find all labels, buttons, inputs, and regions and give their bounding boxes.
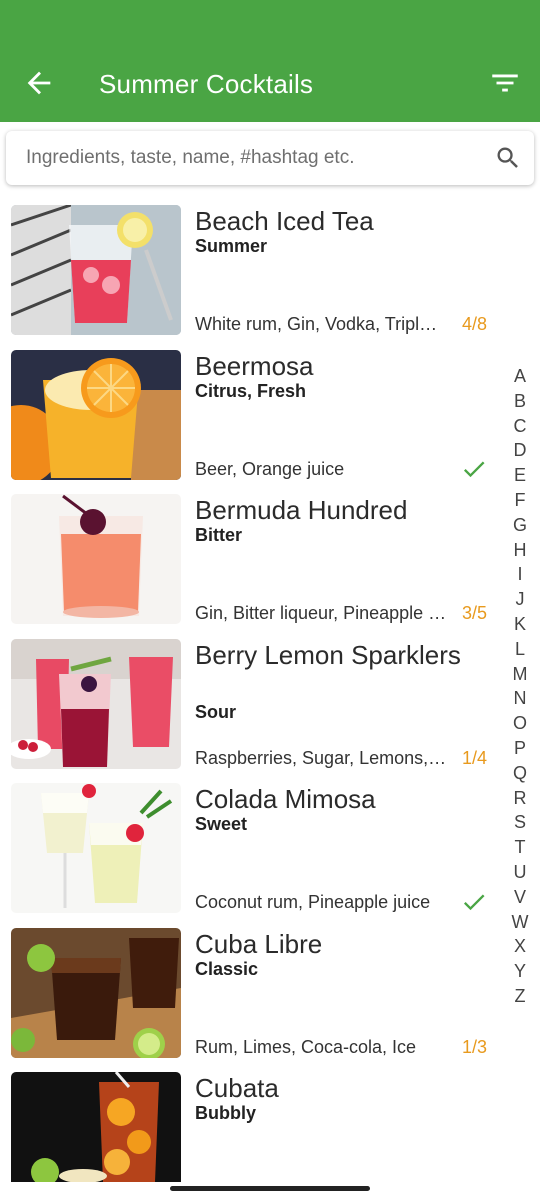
home-indicator[interactable] — [170, 1186, 370, 1191]
search-input[interactable] — [26, 131, 476, 185]
cocktail-tags: Summer — [195, 236, 268, 256]
alphabet-letter[interactable]: Z — [506, 984, 534, 1009]
cocktail-name: Cubata — [195, 1073, 279, 1103]
cocktail-ingredients: Rum, Limes, Coca-cola, Ice — [195, 1036, 417, 1057]
cocktail-tags: Bubbly — [195, 1103, 256, 1123]
check-icon — [463, 894, 485, 911]
cocktail-thumbnail — [11, 494, 181, 624]
cocktail-thumbnail — [11, 1072, 181, 1182]
alphabet-letter[interactable]: L — [506, 637, 534, 662]
cocktail-thumbnail — [11, 927, 181, 1058]
cocktail-thumbnail — [11, 349, 181, 480]
cocktail-tags: Citrus, Fresh — [195, 380, 307, 401]
list-item[interactable]: Cuba Libre Classic Rum, Limes, Coca-cola… — [0, 923, 500, 1068]
search-icon[interactable] — [494, 144, 522, 172]
list-item[interactable]: Bermuda Hundred Bitter Gin, Bitter lique… — [0, 489, 500, 634]
alphabet-letter[interactable]: F — [506, 488, 534, 513]
alphabet-letter[interactable]: D — [506, 438, 534, 463]
alphabet-letter[interactable]: V — [506, 885, 534, 910]
search-bar — [6, 131, 534, 185]
cocktail-tags: Bitter — [195, 525, 243, 545]
cocktail-tags: Sweet — [195, 814, 248, 834]
cocktail-name: Beach Iced Tea — [195, 206, 374, 236]
alphabet-index: A B C D E F G H I J K L M N O P Q R S T … — [506, 364, 534, 1009]
alphabet-letter[interactable]: C — [506, 414, 534, 439]
alphabet-letter[interactable]: I — [506, 562, 534, 587]
alphabet-letter[interactable]: R — [506, 786, 534, 811]
alphabet-letter[interactable]: B — [506, 389, 534, 414]
alphabet-letter[interactable]: J — [506, 587, 534, 612]
page-title: Summer Cocktails — [99, 69, 314, 99]
alphabet-letter[interactable]: A — [506, 364, 534, 389]
alphabet-letter[interactable]: X — [506, 934, 534, 959]
alphabet-letter[interactable]: H — [506, 538, 534, 563]
alphabet-letter[interactable]: W — [506, 910, 534, 935]
alphabet-letter[interactable]: Y — [506, 959, 534, 984]
alphabet-letter[interactable]: G — [506, 513, 534, 538]
cocktail-name: Colada Mimosa — [195, 784, 376, 814]
app-bar: Summer Cocktails — [0, 0, 540, 122]
cocktail-thumbnail — [11, 205, 181, 335]
ingredient-count: 1/3 — [461, 1036, 487, 1057]
cocktail-tags: Sour — [195, 701, 237, 722]
alphabet-letter[interactable]: K — [506, 612, 534, 637]
ingredient-count: 1/4 — [461, 747, 487, 768]
cocktail-thumbnail — [11, 638, 181, 769]
list-item[interactable]: Beach Iced Tea Summer White rum, Gin, Vo… — [0, 200, 500, 345]
cocktail-tags: Classic — [195, 958, 259, 979]
alphabet-letter[interactable]: O — [506, 711, 534, 736]
cocktail-ingredients: Gin, Bitter liqueur, Pineapple juice — [195, 603, 447, 623]
alphabet-letter[interactable]: S — [506, 810, 534, 835]
alphabet-letter[interactable]: E — [506, 463, 534, 488]
ingredient-count: 4/8 — [461, 314, 487, 334]
cocktail-name: Cuba Libre — [195, 928, 323, 959]
arrow-left-icon[interactable] — [22, 66, 56, 100]
list-item[interactable]: Beermosa Citrus, Fresh Beer, Orange juic… — [0, 345, 500, 490]
cocktail-list: Beach Iced Tea Summer White rum, Gin, Vo… — [0, 200, 500, 1200]
cocktail-name: Bermuda Hundred — [195, 495, 408, 525]
list-item[interactable]: Cubata Bubbly — [0, 1067, 500, 1200]
cocktail-name: Berry Lemon Sparklers — [195, 639, 461, 670]
ingredient-count: 3/5 — [461, 603, 487, 623]
alphabet-letter[interactable]: P — [506, 736, 534, 761]
filter-icon[interactable] — [488, 66, 522, 100]
cocktail-name: Beermosa — [195, 350, 314, 381]
alphabet-letter[interactable]: N — [506, 686, 534, 711]
list-item[interactable]: Colada Mimosa Sweet Coconut rum, Pineapp… — [0, 778, 500, 923]
cocktail-ingredients: Coconut rum, Pineapple juice — [195, 892, 431, 912]
cocktail-thumbnail — [11, 783, 181, 913]
cocktail-ingredients: Raspberries, Sugar, Lemons, Sparkling wa… — [195, 747, 447, 768]
alphabet-letter[interactable]: M — [506, 662, 534, 687]
check-icon — [463, 461, 485, 477]
cocktail-ingredients: Beer, Orange juice — [195, 458, 345, 479]
list-item[interactable]: Berry Lemon Sparklers Sour Raspberries, … — [0, 634, 500, 779]
alphabet-letter[interactable]: Q — [506, 761, 534, 786]
cocktail-ingredients: White rum, Gin, Vodka, Triple sec — [195, 314, 447, 334]
alphabet-letter[interactable]: U — [506, 860, 534, 885]
alphabet-letter[interactable]: T — [506, 835, 534, 860]
